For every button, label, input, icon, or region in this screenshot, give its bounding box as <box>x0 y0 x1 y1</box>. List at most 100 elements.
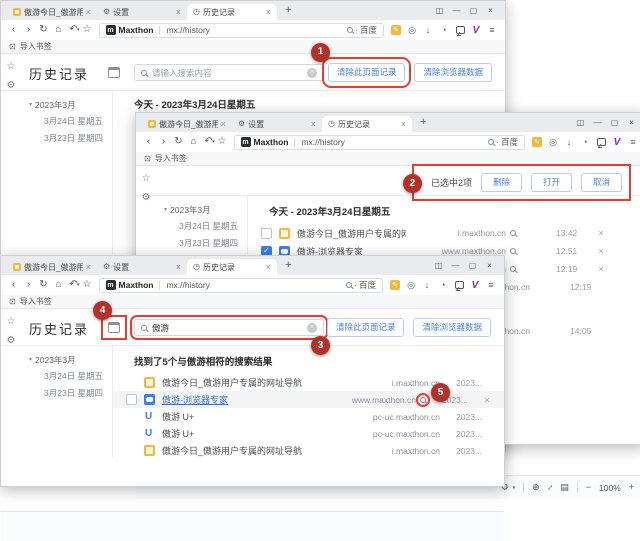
download-icon[interactable]: ↓ <box>420 22 436 38</box>
snap-target-icon[interactable]: ⊕ <box>532 483 540 492</box>
history-pie-icon[interactable]: ◔ <box>577 134 593 150</box>
home-icon[interactable]: ⌂ <box>51 25 66 35</box>
tab-close-icon[interactable]: × <box>266 8 271 17</box>
maximize-icon[interactable]: ▢ <box>606 115 623 129</box>
tab-settings[interactable]: ⚙ 设置 × <box>97 259 187 275</box>
address-bar[interactable]: m Maxthon mx://history ·百度 <box>99 278 383 293</box>
zoom-out-icon[interactable]: − <box>586 483 591 492</box>
tree-day[interactable]: 3月23日 星期四 <box>29 385 112 402</box>
split-view-icon[interactable]: ◫ <box>572 115 589 129</box>
vbox-icon[interactable]: V <box>609 134 625 150</box>
tab-history[interactable]: ◷ 历史记录 × <box>187 259 277 275</box>
refresh-icon[interactable]: ↻ <box>36 280 51 290</box>
settings-gear-icon[interactable]: ⚙ <box>7 336 16 346</box>
vbox-icon[interactable]: V <box>468 22 484 38</box>
minimize-icon[interactable]: — <box>589 115 606 129</box>
clear-browser-data-button[interactable]: 清除浏览器数据 <box>413 318 491 337</box>
tab-close-icon[interactable]: × <box>176 8 181 17</box>
settings-gear-icon[interactable]: ⚙ <box>142 193 151 203</box>
search-input[interactable] <box>152 323 302 333</box>
favorite-star-icon[interactable]: ☆ <box>80 25 95 35</box>
new-tab-button[interactable]: + <box>285 260 291 271</box>
tree-day[interactable]: 3月24日 星期五 <box>29 113 112 130</box>
favorite-star-icon[interactable]: ☆ <box>215 137 230 147</box>
row-title[interactable]: 傲游 U+ <box>162 410 330 423</box>
menu-icon[interactable]: ≡ <box>483 277 499 293</box>
tab-maxthon-today[interactable]: 傲游今日_傲游用户专属 × <box>142 116 232 132</box>
tab-close-icon[interactable]: × <box>311 120 316 129</box>
search-input[interactable] <box>152 68 302 78</box>
calendar-filter-button[interactable] <box>106 65 122 80</box>
forward-icon[interactable]: › <box>21 280 36 290</box>
back-icon[interactable]: ‹ <box>6 280 21 290</box>
minimize-icon[interactable]: — <box>448 3 465 17</box>
tab-close-icon[interactable]: × <box>266 263 271 272</box>
minimize-icon[interactable]: — <box>447 258 464 272</box>
history-row[interactable]: ✓ 傲游 U+ pc-uc.maxthon.cn 2023... × <box>113 425 504 442</box>
chevron-down-icon[interactable]: ▾ <box>513 485 516 491</box>
history-search-box[interactable]: × 3 <box>134 319 324 336</box>
notes-icon[interactable]: ✎ <box>388 22 404 38</box>
delete-selected-button[interactable]: 删除 <box>481 173 522 192</box>
download-icon[interactable]: ↓ <box>561 134 577 150</box>
tree-day[interactable]: 3月23日 星期四 <box>164 235 247 252</box>
screenshot-icon[interactable]: ◎ <box>403 277 419 293</box>
row-close-icon[interactable]: × <box>480 395 494 405</box>
history-pie-icon[interactable]: ◔ <box>436 22 452 38</box>
maximize-icon[interactable]: ▢ <box>464 258 481 272</box>
fullscreen-icon[interactable]: ↕ <box>545 483 555 493</box>
forward-icon[interactable]: › <box>156 137 171 147</box>
row-title[interactable]: 傲游 U+ <box>162 427 330 440</box>
reader-mode-icon[interactable]: ▤ <box>560 483 569 492</box>
favorites-star-icon[interactable]: ☆ <box>7 62 16 72</box>
row-checkbox[interactable]: ✓ <box>261 228 272 239</box>
notes-icon[interactable]: ✎ <box>529 134 545 150</box>
row-checkbox[interactable]: ✓ <box>126 394 137 405</box>
clear-browser-data-button[interactable]: 清除浏览器数据 <box>414 63 492 82</box>
row-close-icon[interactable]: × <box>594 228 608 238</box>
tab-history[interactable]: ◷ 历史记录 × <box>187 4 277 20</box>
cancel-selection-button[interactable]: 取消 <box>581 173 622 192</box>
tree-day[interactable]: 3月24日 星期五 <box>164 218 247 235</box>
search-engine-shortcut[interactable]: ·百度 <box>488 136 518 148</box>
split-view-icon[interactable]: ◫ <box>431 3 448 17</box>
download-icon[interactable]: ↓ <box>419 277 435 293</box>
new-tab-button[interactable]: + <box>285 5 291 16</box>
clear-search-icon[interactable]: × <box>307 68 317 78</box>
row-close-icon[interactable]: × <box>594 264 608 274</box>
clear-page-history-button[interactable]: 清除此页面记录 <box>327 318 405 337</box>
import-bookmarks-button[interactable]: 导入书签 <box>20 296 52 307</box>
row-title[interactable]: 傲游今日_傲游用户专属的网址导航 <box>162 444 330 457</box>
open-selected-button[interactable]: 打开 <box>531 173 572 192</box>
row-title[interactable]: 傲游-浏览器专家 <box>162 393 316 406</box>
screenshot-icon[interactable]: ◎ <box>404 22 420 38</box>
import-bookmarks-button[interactable]: 导入书签 <box>20 41 52 52</box>
home-icon[interactable]: ⌂ <box>51 280 66 290</box>
tab-close-icon[interactable]: × <box>401 120 406 129</box>
row-search-icon[interactable] <box>510 230 516 236</box>
tree-month[interactable]: ▾ 2023年3月 <box>29 97 112 113</box>
history-row[interactable]: ✓ 傲游-浏览器专家 www.maxthon.cn 5 2023... × <box>113 391 504 408</box>
row-close-icon[interactable]: × <box>594 246 608 256</box>
row-search-icon[interactable] <box>510 266 516 272</box>
tree-month[interactable]: ▾ 2023年3月 <box>29 352 112 368</box>
tab-close-icon[interactable]: × <box>86 263 91 272</box>
refresh-icon[interactable]: ↻ <box>36 25 51 35</box>
tab-close-icon[interactable]: × <box>86 8 91 17</box>
split-view-icon[interactable]: ◫ <box>430 258 447 272</box>
back-icon[interactable]: ‹ <box>141 137 156 147</box>
history-row[interactable]: ✓ 傲游今日_傲游用户专属的网址导航 i.maxthon.cn 13:42 × <box>248 224 640 242</box>
clear-page-history-button[interactable]: 清除此页面记录 1 <box>328 63 406 82</box>
history-search-box[interactable]: × <box>134 64 324 81</box>
menu-icon[interactable]: ≡ <box>625 134 640 150</box>
messages-icon[interactable] <box>452 22 468 38</box>
row-title[interactable]: 傲游今日_傲游用户专属的网址导航 <box>297 227 406 240</box>
screenshot-icon[interactable]: ◎ <box>545 134 561 150</box>
row-search-icon[interactable] <box>510 248 516 254</box>
home-icon[interactable]: ⌂ <box>186 137 201 147</box>
history-row[interactable]: ✓ 傲游 U+ pc-uc.maxthon.cn 2023... × <box>113 408 504 425</box>
window-close-icon[interactable]: × <box>481 258 498 272</box>
back-icon[interactable]: ‹ <box>6 25 21 35</box>
menu-icon[interactable]: ≡ <box>484 22 500 38</box>
tree-day[interactable]: 3月23日 星期四 <box>29 130 112 147</box>
